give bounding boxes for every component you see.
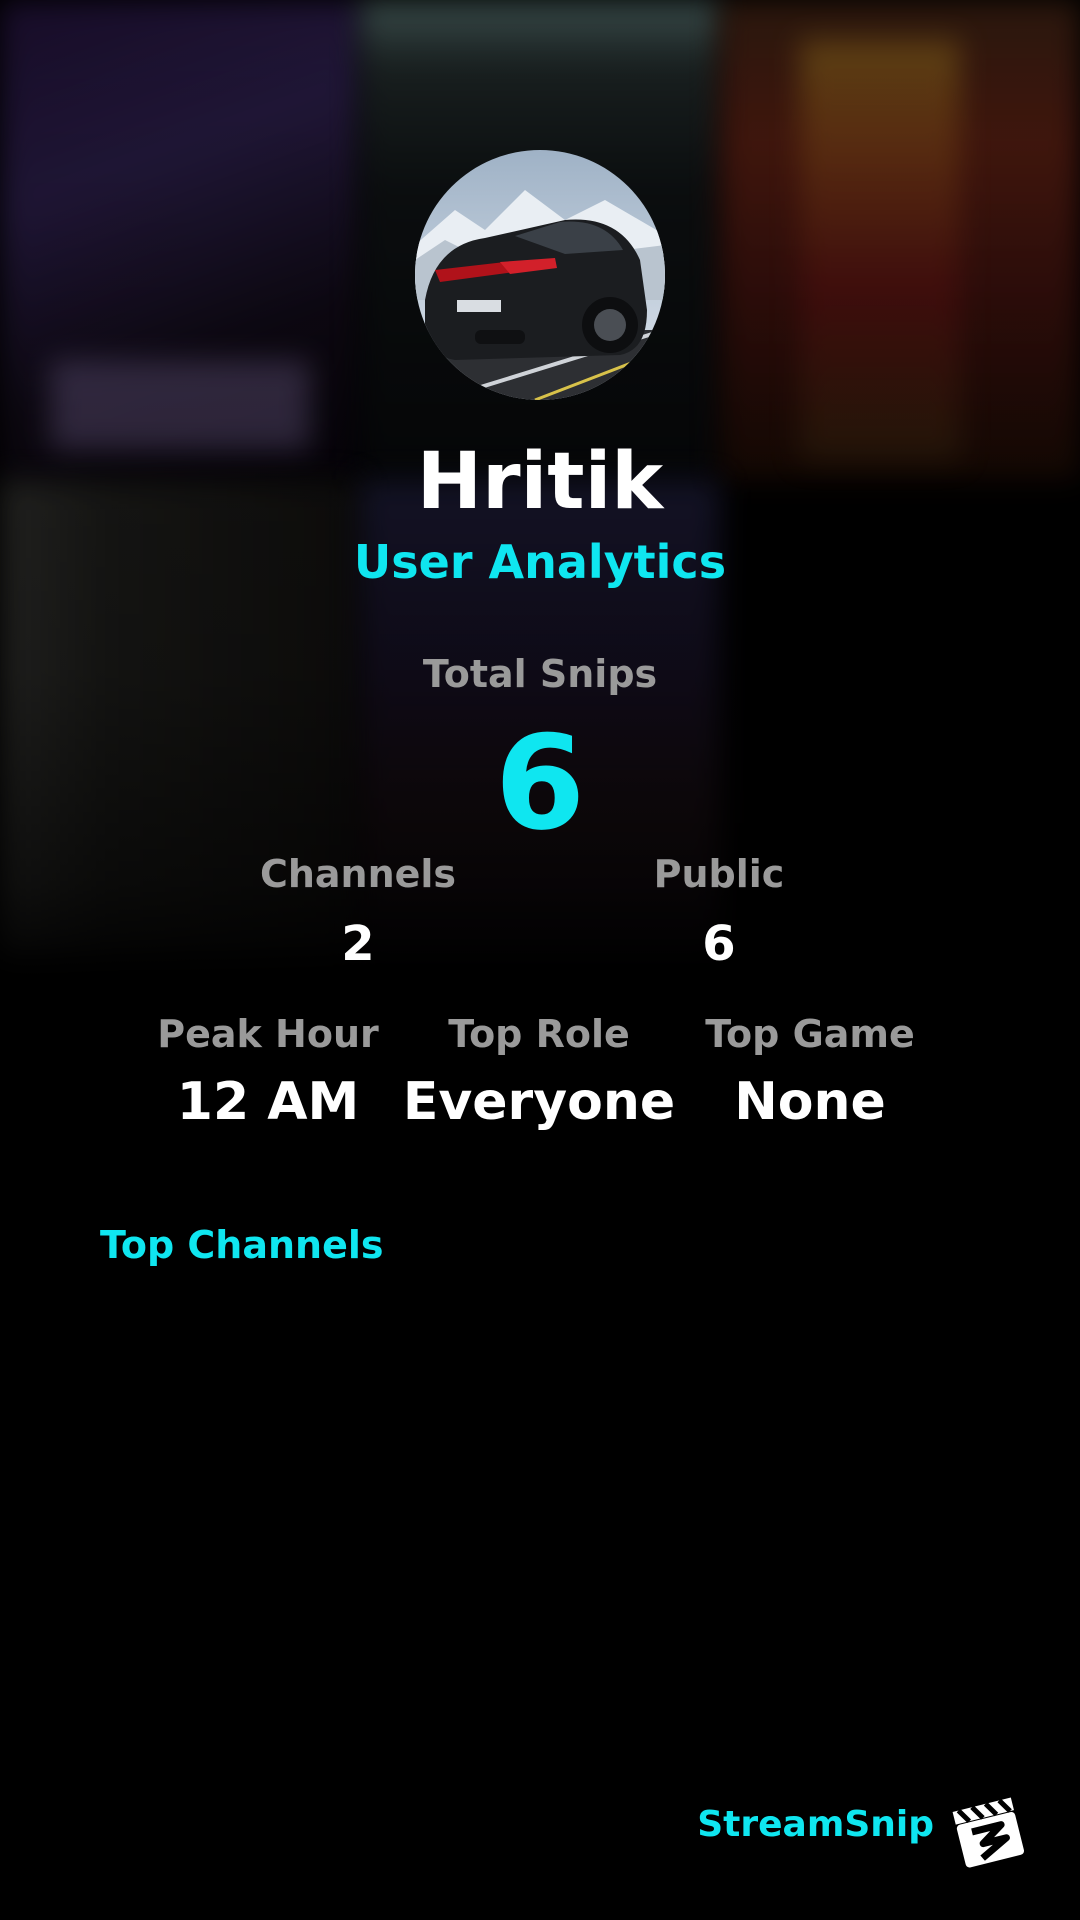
top-role-value: Everyone	[402, 1072, 676, 1132]
public-stat: Public 6	[569, 852, 869, 972]
analytics-card: Hritik User Analytics Total Snips 6 Chan…	[0, 0, 1080, 1920]
username: Hritik	[416, 437, 664, 527]
total-snips-label: Total Snips	[422, 652, 658, 696]
top-game-label: Top Game	[705, 1012, 915, 1056]
car-avatar-icon	[415, 150, 665, 400]
public-value: 6	[702, 916, 736, 972]
total-snips-value: 6	[494, 707, 586, 859]
channels-value: 2	[341, 916, 375, 972]
clapperboard-logo-icon	[950, 1790, 1026, 1870]
top-channels-heading: Top Channels	[100, 1223, 384, 1267]
brand-footer: StreamSnip	[0, 1790, 1080, 1870]
peak-hour-stat: Peak Hour 12 AM	[118, 1012, 418, 1132]
top-role-label: Top Role	[448, 1012, 630, 1056]
top-game-stat: Top Game None	[660, 1012, 960, 1132]
top-role-stat: Top Role Everyone	[389, 1012, 689, 1132]
peak-hour-label: Peak Hour	[157, 1012, 379, 1056]
brand-name: StreamSnip	[697, 1804, 934, 1845]
top-game-value: None	[734, 1072, 886, 1132]
channels-stat: Channels 2	[208, 852, 508, 972]
page-subtitle: User Analytics	[353, 535, 727, 589]
peak-hour-value: 12 AM	[176, 1072, 360, 1132]
channels-label: Channels	[259, 852, 457, 896]
public-label: Public	[653, 852, 785, 896]
